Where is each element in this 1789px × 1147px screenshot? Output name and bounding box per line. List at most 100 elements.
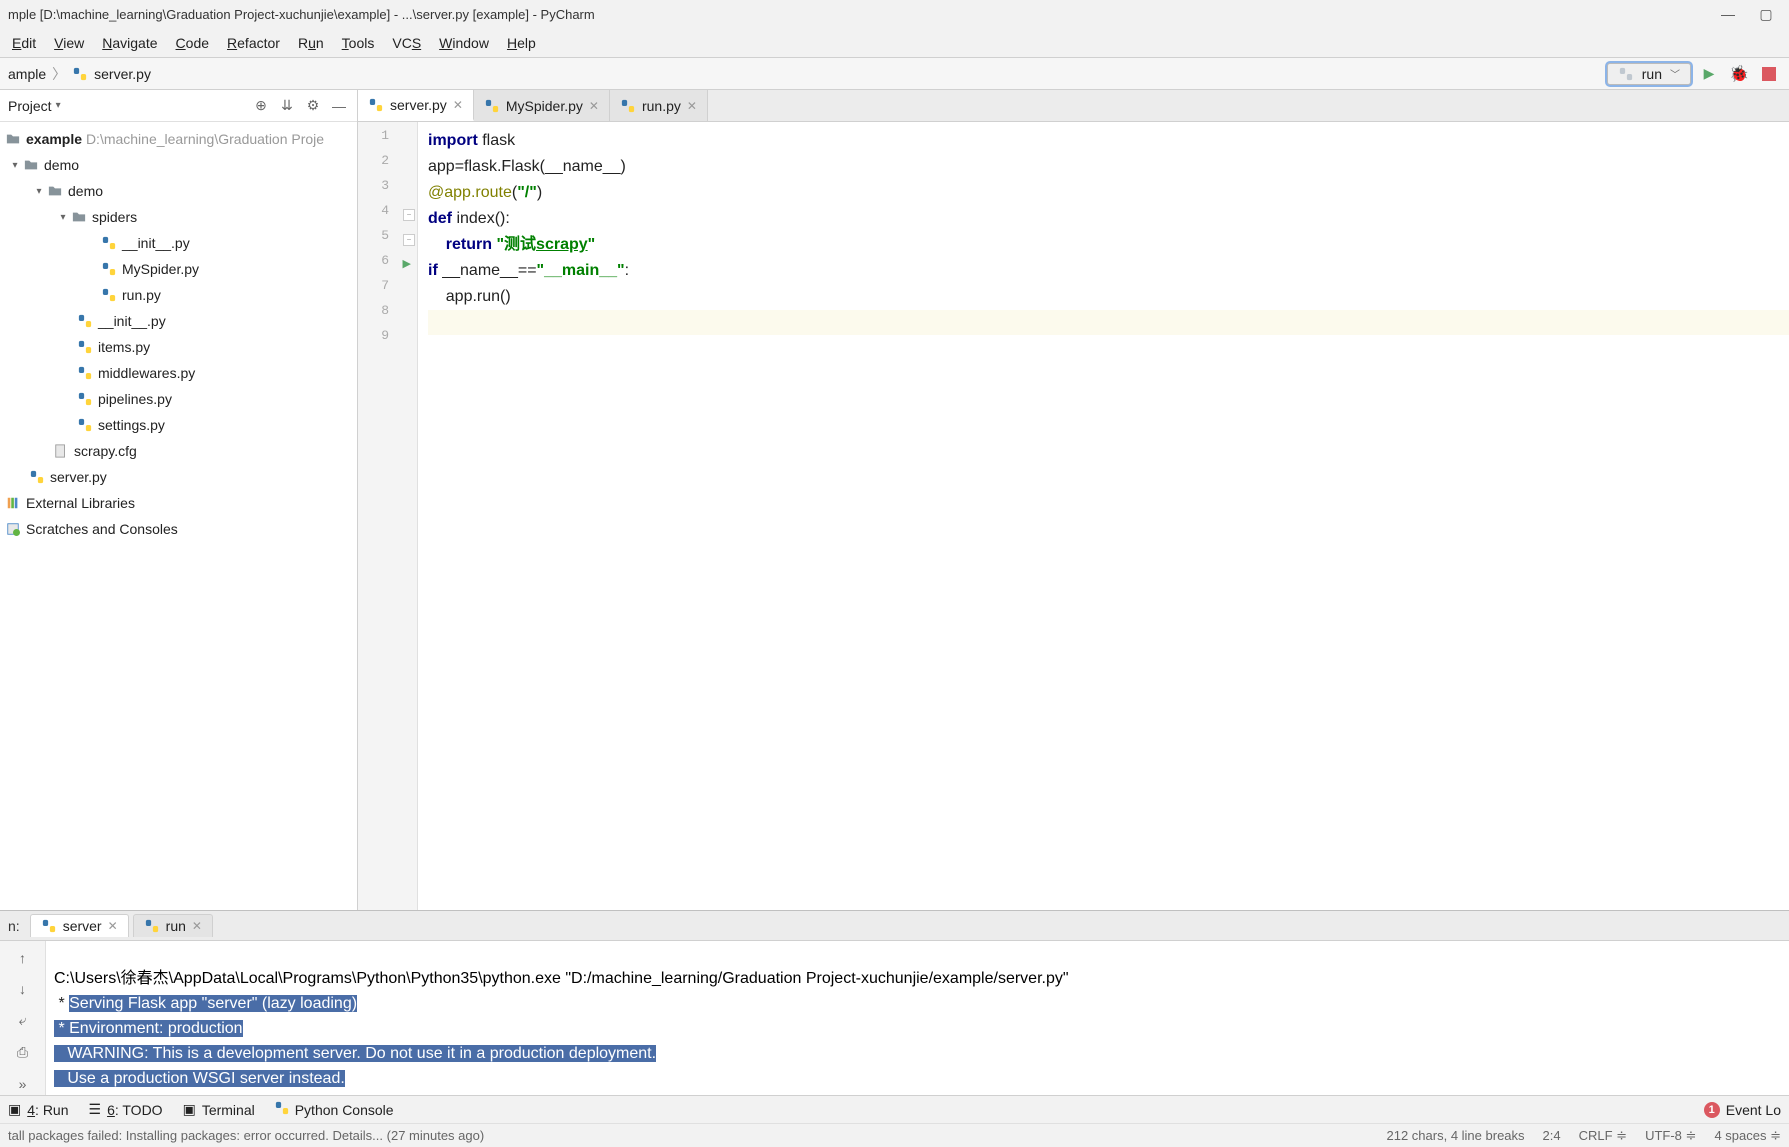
hide-icon[interactable]: — bbox=[329, 96, 349, 116]
breadcrumb-root[interactable]: ample bbox=[8, 66, 46, 82]
python-icon bbox=[144, 918, 160, 934]
tree-file-items[interactable]: items.py bbox=[0, 334, 357, 360]
tree-file-init2[interactable]: __init__.py bbox=[0, 308, 357, 334]
menu-run[interactable]: Run bbox=[290, 31, 332, 55]
menu-vcs[interactable]: VCS bbox=[384, 31, 429, 55]
tree-node-example[interactable]: example D:\machine_learning\Graduation P… bbox=[0, 126, 357, 152]
close-icon[interactable]: ✕ bbox=[108, 919, 118, 933]
code-editor[interactable]: import flask app=flask.Flask(__name__) @… bbox=[418, 122, 1789, 910]
run-tab-run[interactable]: run ✕ bbox=[133, 914, 213, 937]
status-encoding[interactable]: UTF-8 ≑ bbox=[1645, 1128, 1696, 1144]
tree-file-init1[interactable]: __init__.py bbox=[0, 230, 357, 256]
code-line: app.run() bbox=[428, 288, 511, 305]
tree-file-serverpy[interactable]: server.py bbox=[0, 464, 357, 490]
status-indent[interactable]: 4 spaces ≑ bbox=[1714, 1128, 1781, 1144]
tree-label: External Libraries bbox=[26, 495, 135, 511]
sidebar-title[interactable]: Project bbox=[8, 98, 52, 114]
console-output[interactable]: C:\Users\徐春杰\AppData\Local\Programs\Pyth… bbox=[46, 941, 1789, 1095]
gutter-run-icon[interactable]: ▶ bbox=[403, 257, 411, 270]
python-file-icon bbox=[620, 98, 636, 114]
menu-tools[interactable]: Tools bbox=[334, 31, 383, 55]
locate-icon[interactable]: ⊕ bbox=[251, 96, 271, 116]
python-file-icon bbox=[76, 312, 94, 330]
run-button[interactable]: ▶ bbox=[1697, 62, 1721, 86]
tree-node-spiders[interactable]: ▾ spiders bbox=[0, 204, 357, 230]
fold-icon[interactable]: − bbox=[403, 234, 415, 246]
folder-icon bbox=[4, 130, 22, 148]
status-caret-pos[interactable]: 2:4 bbox=[1543, 1128, 1561, 1143]
settings-icon[interactable]: ⚙ bbox=[303, 96, 323, 116]
menu-code[interactable]: Code bbox=[168, 31, 217, 55]
code-token: if bbox=[428, 262, 438, 279]
menu-edit[interactable]: Edit bbox=[4, 31, 44, 55]
code-token: __name__== bbox=[438, 262, 537, 279]
tree-file-scrapycfg[interactable]: scrapy.cfg bbox=[0, 438, 357, 464]
more-icon[interactable]: » bbox=[12, 1073, 34, 1095]
collapse-icon[interactable]: ⇊ bbox=[277, 96, 297, 116]
chevron-right-icon: 〉 bbox=[52, 64, 66, 84]
tool-pyconsole-button[interactable]: Python Console bbox=[275, 1101, 394, 1118]
close-icon[interactable]: ✕ bbox=[687, 99, 697, 113]
run-config-selector[interactable]: run ﹀ bbox=[1607, 63, 1691, 85]
python-file-icon bbox=[76, 390, 94, 408]
expand-arrow-icon[interactable]: ▾ bbox=[8, 160, 22, 171]
tree-file-settings[interactable]: settings.py bbox=[0, 412, 357, 438]
python-file-icon bbox=[100, 286, 118, 304]
tree-label: spiders bbox=[92, 209, 137, 225]
status-line-ending[interactable]: CRLF ≑ bbox=[1579, 1128, 1627, 1144]
close-icon[interactable]: ✕ bbox=[453, 98, 463, 112]
python-file-icon bbox=[72, 66, 88, 82]
tool-todo-button[interactable]: ☰6: TODO bbox=[89, 1101, 163, 1118]
menu-refactor[interactable]: Refactor bbox=[219, 31, 288, 55]
expand-arrow-icon[interactable]: ▾ bbox=[56, 212, 70, 223]
code-token: " bbox=[588, 236, 596, 253]
event-log-button[interactable]: 1Event Lo bbox=[1704, 1102, 1781, 1118]
expand-arrow-icon[interactable]: ▾ bbox=[32, 186, 46, 197]
menu-navigate[interactable]: Navigate bbox=[94, 31, 165, 55]
console-line: Use a production WSGI server instead. bbox=[46, 1066, 1789, 1091]
soft-wrap-icon[interactable]: ⤶ bbox=[12, 1010, 34, 1032]
tool-terminal-button[interactable]: ▣Terminal bbox=[183, 1101, 255, 1118]
minimize-icon[interactable]: — bbox=[1721, 7, 1735, 21]
menu-window[interactable]: Window bbox=[431, 31, 497, 55]
tree-scratches[interactable]: Scratches and Consoles bbox=[0, 516, 357, 542]
scratch-icon bbox=[4, 520, 22, 538]
close-icon[interactable]: ✕ bbox=[589, 99, 599, 113]
status-message[interactable]: tall packages failed: Installing package… bbox=[8, 1128, 484, 1143]
close-icon[interactable]: ✕ bbox=[192, 919, 202, 933]
run-panel-label: n: bbox=[8, 918, 20, 934]
scroll-down-icon[interactable]: ↓ bbox=[12, 979, 34, 1001]
tree-external-libs[interactable]: External Libraries bbox=[0, 490, 357, 516]
run-tab-server[interactable]: server ✕ bbox=[30, 914, 129, 937]
tree-label: MySpider.py bbox=[122, 261, 199, 277]
fold-icon[interactable]: − bbox=[403, 209, 415, 221]
code-token: import bbox=[428, 132, 478, 149]
tree-file-middlewares[interactable]: middlewares.py bbox=[0, 360, 357, 386]
console-line: * Serving Flask app "server" (lazy loadi… bbox=[46, 991, 1789, 1016]
maximize-icon[interactable]: ▢ bbox=[1759, 7, 1773, 21]
stop-button[interactable] bbox=[1757, 62, 1781, 86]
menu-help[interactable]: Help bbox=[499, 31, 544, 55]
debug-button[interactable]: 🐞 bbox=[1727, 62, 1751, 86]
project-tree[interactable]: example D:\machine_learning\Graduation P… bbox=[0, 122, 357, 910]
chevron-down-icon[interactable]: ▾ bbox=[56, 100, 61, 111]
menu-view[interactable]: View bbox=[46, 31, 92, 55]
tree-file-myspider[interactable]: MySpider.py bbox=[0, 256, 357, 282]
bottom-toolbar: ▣4: 4: RunRun ☰6: TODO ▣Terminal Python … bbox=[0, 1095, 1789, 1123]
tool-run-button[interactable]: ▣4: 4: RunRun bbox=[8, 1101, 69, 1118]
tab-runpy[interactable]: run.py ✕ bbox=[610, 90, 708, 121]
run-tab-label: server bbox=[63, 918, 102, 934]
scroll-up-icon[interactable]: ↑ bbox=[12, 947, 34, 969]
gutter[interactable]: 1 2 3 4− 5− 6▶ 7 8 9 bbox=[358, 122, 418, 910]
breadcrumb-file[interactable]: server.py bbox=[94, 66, 151, 82]
tab-serverpy[interactable]: server.py ✕ bbox=[358, 90, 474, 121]
tree-node-demo2[interactable]: ▾ demo bbox=[0, 178, 357, 204]
code-token: "测试 bbox=[496, 236, 536, 253]
tree-file-runpy[interactable]: run.py bbox=[0, 282, 357, 308]
tree-path: D:\machine_learning\Graduation Proje bbox=[86, 131, 324, 147]
print-icon[interactable]: ⎙ bbox=[12, 1042, 34, 1064]
tree-node-demo[interactable]: ▾ demo bbox=[0, 152, 357, 178]
tab-myspiderpy[interactable]: MySpider.py ✕ bbox=[474, 90, 610, 121]
tree-file-pipelines[interactable]: pipelines.py bbox=[0, 386, 357, 412]
editor-body[interactable]: 1 2 3 4− 5− 6▶ 7 8 9 import flask app=fl… bbox=[358, 122, 1789, 910]
